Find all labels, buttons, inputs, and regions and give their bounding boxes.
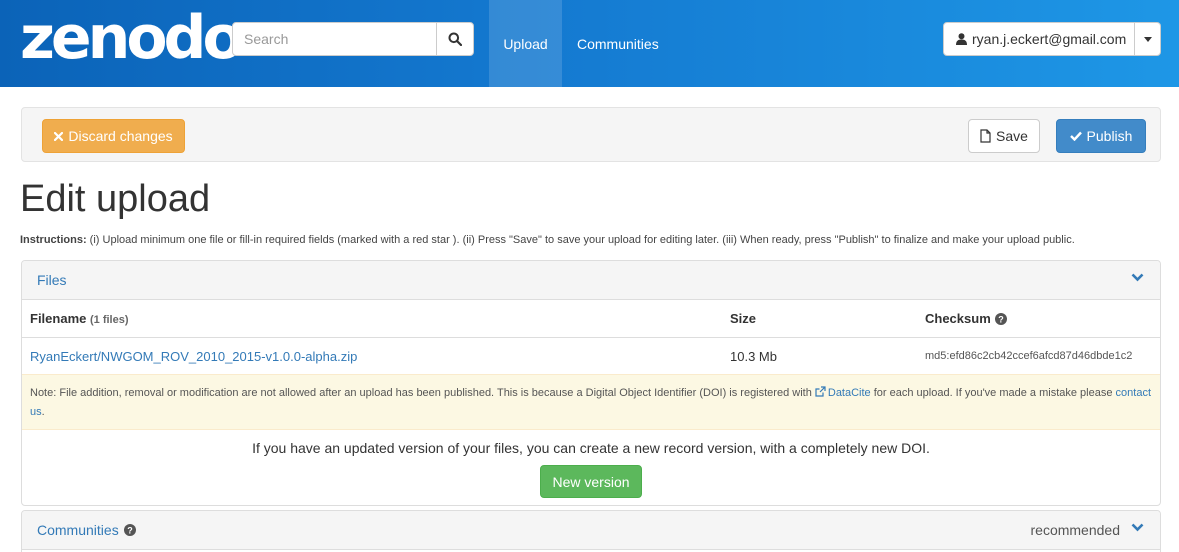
search-button[interactable] bbox=[436, 23, 473, 55]
file-link[interactable]: RyanEckert/NWGOM_ROV_2010_2015-v1.0.0-al… bbox=[30, 349, 357, 364]
checksum-header-label: Checksum bbox=[925, 311, 991, 326]
files-panel-heading[interactable]: Files bbox=[22, 261, 1160, 300]
new-version-text: If you have an updated version of your f… bbox=[252, 440, 930, 456]
instructions-label: Instructions: bbox=[20, 234, 87, 246]
communities-panel: Communities ? recommended bbox=[21, 510, 1161, 552]
user-email: ryan.j.eckert@gmail.com bbox=[972, 31, 1127, 47]
publish-button[interactable]: Publish bbox=[1056, 119, 1146, 153]
note-text-after: . bbox=[41, 406, 45, 418]
check-icon bbox=[1069, 131, 1082, 141]
file-checksum: md5:efd86c2cb42ccef6afcd87d46dbde1c2 bbox=[925, 350, 1133, 362]
instructions-text: (i) Upload minimum one file or fill-in r… bbox=[86, 234, 1075, 246]
external-link-icon bbox=[815, 386, 826, 397]
filename-header: Filename (1 files) bbox=[30, 311, 129, 326]
file-size: 10.3 Mb bbox=[730, 349, 777, 364]
search-input[interactable] bbox=[233, 23, 436, 55]
files-panel-title[interactable]: Files bbox=[37, 272, 67, 288]
user-icon bbox=[956, 33, 967, 45]
user-menu-dropdown-toggle[interactable] bbox=[1134, 23, 1160, 55]
checksum-header: Checksum ? bbox=[925, 311, 1007, 326]
user-menu[interactable]: ryan.j.eckert@gmail.com bbox=[943, 22, 1161, 56]
svg-text:?: ? bbox=[998, 314, 1004, 324]
user-menu-button[interactable]: ryan.j.eckert@gmail.com bbox=[944, 23, 1134, 55]
new-version-button[interactable]: New version bbox=[540, 465, 642, 498]
page-title: Edit upload bbox=[20, 178, 211, 220]
note-text-middle: for each upload. If you've made a mistak… bbox=[870, 387, 1116, 399]
instructions: Instructions: (i) Upload minimum one fil… bbox=[20, 234, 1075, 246]
size-header: Size bbox=[730, 311, 757, 326]
file-count: (1 files) bbox=[89, 314, 129, 326]
communities-panel-label: Communities bbox=[37, 522, 119, 538]
discard-changes-label: Discard changes bbox=[68, 128, 173, 144]
zenodo-logo[interactable]: zenodo bbox=[20, 8, 244, 68]
files-table-header: Filename (1 files) Size Checksum ? bbox=[22, 300, 1160, 338]
files-panel: Files Filename (1 files) Size Checksum ?… bbox=[21, 260, 1161, 506]
communities-panel-title[interactable]: Communities ? bbox=[37, 522, 136, 538]
save-label: Save bbox=[996, 128, 1028, 144]
datacite-link[interactable]: DataCite bbox=[815, 386, 871, 399]
search-icon bbox=[448, 32, 462, 46]
nav-communities[interactable]: Communities bbox=[577, 0, 659, 87]
action-toolbar: Discard changes Save Publish bbox=[21, 107, 1161, 162]
discard-changes-button[interactable]: Discard changes bbox=[42, 119, 185, 153]
datacite-link-label: DataCite bbox=[827, 387, 871, 399]
recommended-badge: recommended bbox=[1030, 522, 1121, 538]
save-button[interactable]: Save bbox=[968, 119, 1040, 153]
publish-label: Publish bbox=[1086, 128, 1133, 144]
help-icon[interactable]: ? bbox=[994, 312, 1007, 325]
chevron-down-icon[interactable] bbox=[1131, 523, 1144, 532]
close-icon bbox=[54, 131, 64, 141]
navbar: zenodo Upload Communities ryan.j.eckert@… bbox=[0, 0, 1179, 87]
search-form bbox=[232, 22, 474, 56]
table-row: RyanEckert/NWGOM_ROV_2010_2015-v1.0.0-al… bbox=[22, 338, 1160, 374]
filename-header-label: Filename bbox=[30, 311, 87, 326]
nav-upload[interactable]: Upload bbox=[489, 0, 562, 87]
svg-text:?: ? bbox=[127, 526, 133, 536]
chevron-down-icon[interactable] bbox=[1131, 273, 1144, 282]
doi-note: Note: File addition, removal or modifica… bbox=[22, 374, 1160, 430]
file-icon bbox=[980, 129, 991, 143]
caret-down-icon bbox=[1143, 36, 1152, 42]
note-text-before: Note: File addition, removal or modifica… bbox=[30, 387, 815, 399]
communities-panel-heading[interactable]: Communities ? recommended bbox=[22, 511, 1160, 550]
help-icon[interactable]: ? bbox=[123, 524, 136, 536]
